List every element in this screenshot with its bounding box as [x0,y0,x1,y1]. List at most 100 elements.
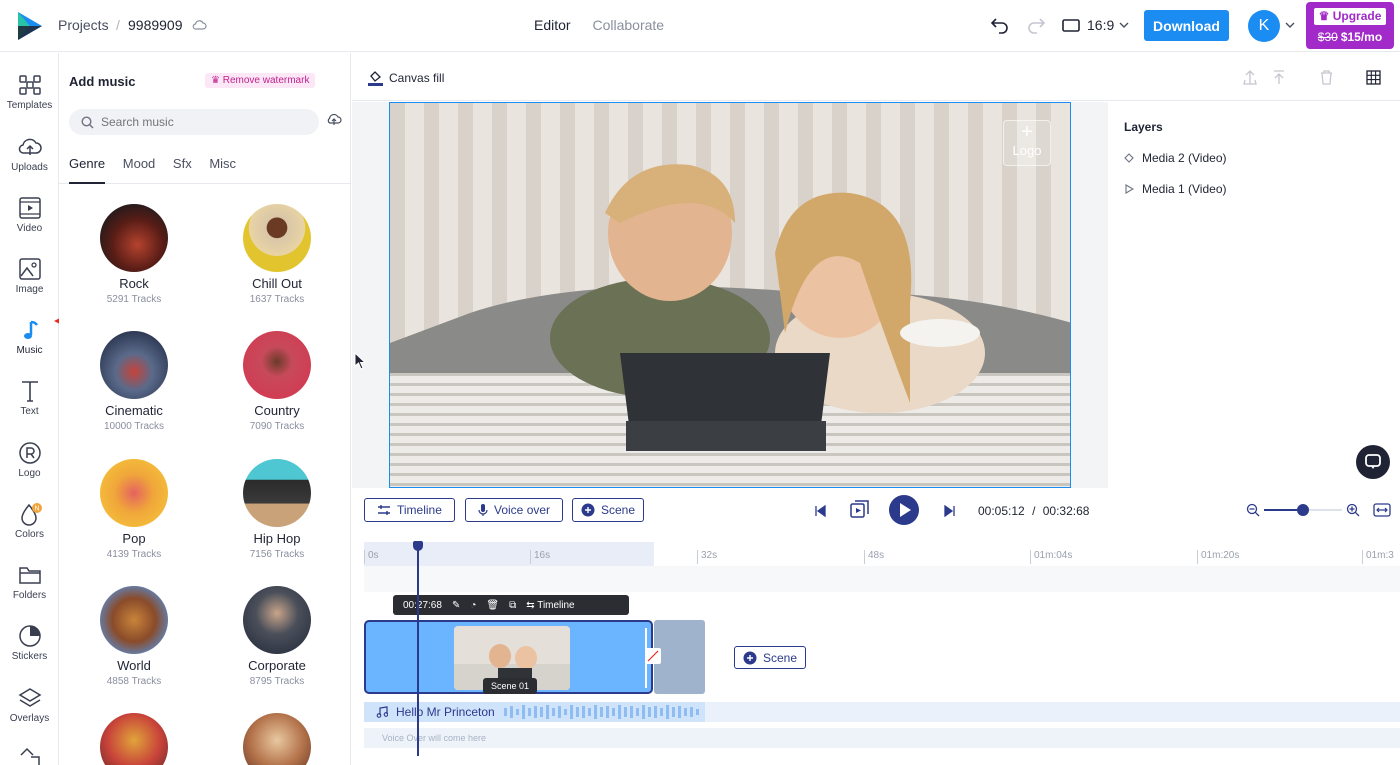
registered-logo-icon [18,442,41,464]
logo-placeholder[interactable]: + Logo [1003,120,1051,166]
playhead[interactable] [417,542,419,756]
layer-label: Media 1 (Video) [1142,182,1227,196]
search-music-input[interactable] [69,109,319,135]
send-backward-icon[interactable] [1272,70,1286,85]
download-button[interactable]: Download [1144,10,1229,41]
bring-forward-icon[interactable] [1243,70,1257,85]
genre-track-count: 4858 Tracks [106,676,162,687]
music-clip[interactable]: Hello Mr Princeton [364,702,705,722]
zoom-slider[interactable] [1264,504,1342,516]
tab-editor[interactable]: Editor [534,17,571,33]
zoom-slider-knob[interactable] [1297,504,1309,516]
playhead-handle[interactable] [413,541,423,551]
tab-mood[interactable]: Mood [123,156,156,171]
nav-video[interactable]: Video [0,190,59,248]
ruler-tick: 48s [864,550,884,564]
nav-text[interactable]: Text [0,373,59,431]
timeline-button[interactable]: Timeline [364,498,455,522]
grid-icon[interactable] [1366,70,1381,85]
app-logo[interactable] [16,12,42,40]
upgrade-button[interactable]: ♛ Upgrade $30 $15/mo [1306,2,1394,49]
project-name[interactable]: 9989909 [128,17,183,33]
speed-icon[interactable]: ◔ [470,600,476,611]
empty-track [364,566,1400,592]
genre-track-count: 7156 Tracks [249,549,305,560]
nav-uploads[interactable]: Uploads [0,129,59,187]
upload-music-icon[interactable] [326,113,342,126]
zoom-in-icon[interactable] [1346,503,1360,517]
music-category-tabs: Genre Mood Sfx Misc [69,156,250,171]
breadcrumb-projects[interactable]: Projects [58,17,109,33]
timeline-ruler[interactable]: 0s 16s 32s 48s 01m:04s 01m:20s 01m:3 [364,542,1400,566]
genre-card[interactable]: Cinematic 10000 Tracks [69,331,199,432]
genre-card[interactable]: Corporate 8795 Tracks [212,586,342,687]
fit-timeline-icon[interactable] [1373,502,1391,518]
genre-card[interactable]: World 4858 Tracks [69,586,199,687]
nav-label: Uploads [11,162,48,173]
nav-stickers[interactable]: Stickers [0,618,59,676]
voice-over-label: Voice over [494,503,551,517]
chevron-down-icon[interactable] [1119,22,1129,29]
nav-label: Colors [15,529,44,540]
account-chevron-icon[interactable] [1285,22,1295,29]
skip-back-icon[interactable] [814,505,826,517]
chat-icon [1365,454,1381,469]
genre-track-count: 7090 Tracks [249,421,305,432]
nav-overlays[interactable]: Overlays [0,680,59,738]
nav-label: Overlays [9,713,50,724]
add-scene-button[interactable]: Scene [734,646,807,669]
trash-icon[interactable] [1320,70,1333,85]
genre-card[interactable]: Country 7090 Tracks [212,331,342,432]
nav-label: Templates [6,100,53,111]
tab-genre[interactable]: Genre [69,156,105,171]
next-scene-clip[interactable] [654,620,705,694]
duplicate-scene-icon[interactable]: ⧉ [509,600,516,611]
zoom-out-icon[interactable] [1246,503,1260,517]
add-scene-toolbar-button[interactable]: Scene [572,498,645,522]
video-preview[interactable] [389,102,1071,488]
remove-watermark-badge[interactable]: ♛ Remove watermark [205,73,316,88]
redo-icon[interactable] [1026,16,1046,34]
scene-timeline-link[interactable]: ⇆ Timeline [526,600,574,611]
transition-button[interactable] [645,648,661,664]
layer-item[interactable]: Media 1 (Video) [1124,182,1227,196]
genre-card[interactable]: Rock 5291 Tracks [69,204,199,305]
nav-music[interactable]: Music [0,312,59,370]
remove-watermark-label: Remove watermark [222,75,310,86]
play-button[interactable] [888,494,920,526]
genre-card[interactable]: Pop 4139 Tracks [69,459,199,560]
genre-card[interactable]: Hip Hop 7156 Tracks [212,459,342,560]
scene-duration[interactable]: 00:27:68 [403,600,442,611]
skip-forward-icon[interactable] [944,505,956,517]
nav-image[interactable]: Image [0,251,59,309]
preview-scene-icon[interactable] [850,500,870,520]
sticker-icon [18,625,41,647]
genre-card[interactable] [212,713,342,765]
tab-collaborate[interactable]: Collaborate [592,17,664,33]
ruler-tick: 01m:04s [1030,550,1072,564]
shapes-icon[interactable] [17,747,43,765]
nav-templates[interactable]: Templates [0,67,59,125]
genre-card[interactable]: Chill Out 1637 Tracks [212,204,342,305]
scene-clip[interactable]: Scene 01 [364,620,653,694]
nav-folders[interactable]: Folders [0,557,59,615]
layer-item[interactable]: Media 2 (Video) [1124,151,1227,165]
genre-card[interactable] [69,713,199,765]
microphone-icon [478,504,488,516]
undo-icon[interactable] [990,16,1010,34]
voice-over-button[interactable]: Voice over [465,498,564,522]
edit-icon[interactable]: ✎ [452,600,460,611]
tab-misc[interactable]: Misc [209,156,236,171]
left-nav: Templates Uploads Video Image Music Text… [0,53,59,765]
logo-placeholder-label: Logo [1012,143,1042,158]
nav-logo[interactable]: Logo [0,435,59,493]
aspect-ratio-value[interactable]: 16:9 [1087,17,1114,33]
voice-over-track[interactable]: Voice Over will come here [364,728,1400,748]
tab-sfx[interactable]: Sfx [173,156,192,171]
chat-support-button[interactable] [1356,445,1390,479]
ruler-tick: 01m:3 [1362,550,1394,564]
canvas-fill-button[interactable]: Canvas fill [368,70,444,86]
nav-colors[interactable]: N Colors [0,496,59,554]
avatar[interactable]: K [1248,10,1280,42]
delete-scene-icon[interactable]: 🗑 [486,600,499,611]
